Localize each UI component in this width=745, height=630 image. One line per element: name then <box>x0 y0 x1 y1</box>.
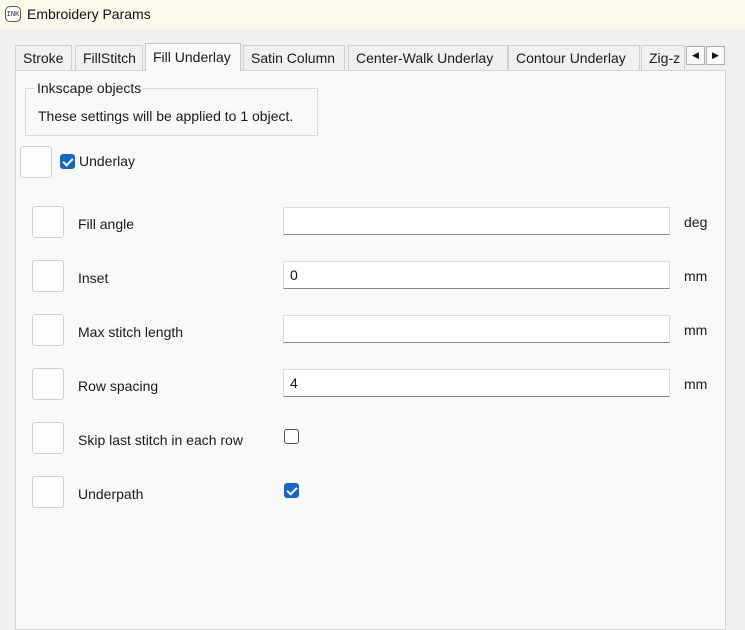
title-bar: INK Embroidery Params <box>0 0 745 29</box>
tab-fillstitch[interactable]: FillStitch <box>75 45 143 70</box>
underlay-checkbox[interactable] <box>60 154 75 169</box>
max-stitch-length-label: Max stitch length <box>78 324 184 340</box>
row-spacing-label: Row spacing <box>78 378 159 394</box>
tab-contour-underlay[interactable]: Contour Underlay <box>508 45 640 70</box>
tab-scroll-right-icon[interactable]: ▶ <box>706 46 725 65</box>
inset-input[interactable]: 0 <box>283 261 670 289</box>
underpath-param-button[interactable] <box>32 476 64 508</box>
max-stitch-length-input[interactable] <box>283 315 670 343</box>
tab-fill-underlay[interactable]: Fill Underlay <box>145 43 241 71</box>
max-stitch-length-param-button[interactable] <box>32 314 64 346</box>
inset-label: Inset <box>78 270 109 286</box>
skip-last-stitch-label: Skip last stitch in each row <box>78 432 243 448</box>
window-title: Embroidery Params <box>27 6 151 22</box>
tab-bar: Stroke FillStitch Fill Underlay Satin Co… <box>15 43 730 71</box>
underlay-toggle-button[interactable] <box>20 146 52 178</box>
inset-unit: mm <box>684 268 708 284</box>
skip-last-stitch-param-button[interactable] <box>32 422 64 454</box>
fill-angle-input[interactable] <box>283 207 670 235</box>
tab-scroll-left-icon[interactable]: ◀ <box>686 46 705 65</box>
underpath-label: Underpath <box>78 486 144 502</box>
inkstitch-app-icon: INK <box>5 6 21 22</box>
underpath-checkbox[interactable] <box>284 483 299 498</box>
fill-angle-param-button[interactable] <box>32 206 64 238</box>
underlay-label: Underlay <box>79 153 136 169</box>
fill-angle-unit: deg <box>684 214 708 230</box>
inkscape-objects-group: Inkscape objects These settings will be … <box>25 80 318 136</box>
fill-angle-label: Fill angle <box>78 216 135 232</box>
tab-satin-column[interactable]: Satin Column <box>243 45 345 70</box>
dialog-body: Stroke FillStitch Fill Underlay Satin Co… <box>0 29 745 630</box>
fill-underlay-panel: Inkscape objects These settings will be … <box>15 70 726 630</box>
group-description: These settings will be applied to 1 obje… <box>38 108 294 124</box>
max-stitch-length-unit: mm <box>684 322 708 338</box>
group-title: Inkscape objects <box>35 80 144 96</box>
tab-center-walk-underlay[interactable]: Center-Walk Underlay <box>348 45 508 70</box>
tab-stroke[interactable]: Stroke <box>15 45 72 70</box>
row-spacing-param-button[interactable] <box>32 368 64 400</box>
row-spacing-unit: mm <box>684 376 708 392</box>
inset-param-button[interactable] <box>32 260 64 292</box>
tab-zigzag[interactable]: Zig-z <box>641 45 685 70</box>
skip-last-stitch-checkbox[interactable] <box>284 429 299 444</box>
row-spacing-input[interactable]: 4 <box>283 369 670 397</box>
